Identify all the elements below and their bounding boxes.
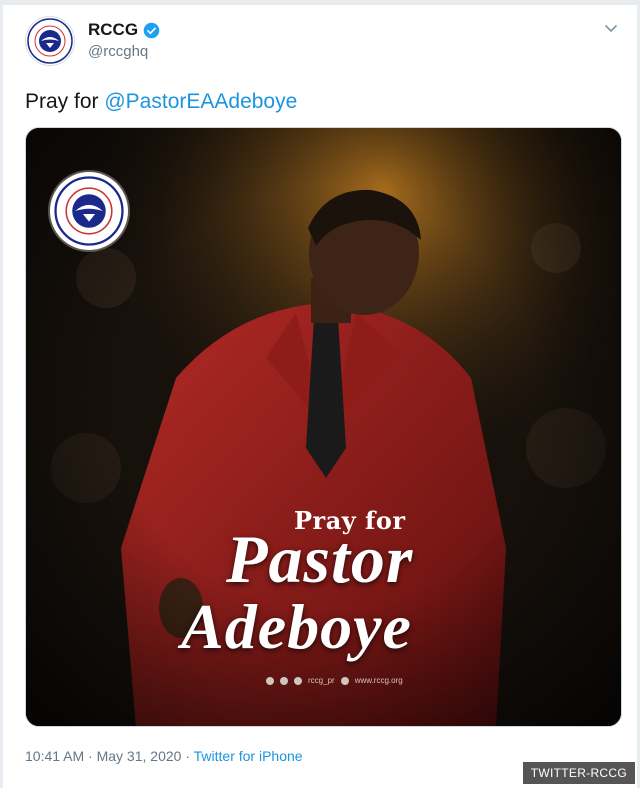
display-name[interactable]: RCCG bbox=[88, 20, 138, 40]
left-border bbox=[0, 0, 3, 788]
poster-rccg-logo bbox=[50, 172, 128, 250]
account-handle[interactable]: @rccghq bbox=[88, 43, 148, 60]
verified-badge-icon bbox=[143, 22, 160, 38]
top-divider bbox=[0, 0, 640, 5]
globe-icon bbox=[340, 676, 349, 685]
tweet-text: Pray for @PastorEAAdeboye bbox=[25, 90, 297, 114]
chevron-down-icon[interactable] bbox=[604, 22, 618, 36]
tweet-timestamp[interactable]: 10:41 AM · May 31, 2020 · bbox=[25, 748, 194, 764]
tweet-text-prefix: Pray for bbox=[25, 90, 105, 113]
rccg-logo-icon bbox=[27, 18, 73, 64]
twitter-icon bbox=[294, 676, 302, 685]
rccg-logo-icon bbox=[54, 176, 124, 246]
poster-footer-site: www.rccg.org bbox=[354, 676, 403, 685]
tweet-media-image[interactable]: Pray for Pastor Adeboye rccg_pr www.rccg… bbox=[25, 127, 622, 727]
account-name-row[interactable]: RCCG bbox=[88, 20, 160, 40]
poster-footer: rccg_pr www.rccg.org bbox=[266, 676, 403, 685]
avatar[interactable] bbox=[25, 16, 75, 66]
image-credit: TWITTER-RCCG bbox=[522, 762, 635, 784]
tweet-metadata: 10:41 AM · May 31, 2020 · Twitter for iP… bbox=[25, 748, 303, 764]
poster-headline-line1: Pastor bbox=[226, 521, 414, 597]
poster-headline-line2: Adeboye bbox=[181, 591, 412, 662]
facebook-icon bbox=[266, 676, 274, 685]
mention-link[interactable]: @PastorEAAdeboye bbox=[104, 90, 297, 113]
poster-footer-handle: rccg_pr bbox=[308, 676, 335, 685]
tweet-source-link[interactable]: Twitter for iPhone bbox=[194, 748, 303, 764]
instagram-icon bbox=[280, 676, 288, 685]
